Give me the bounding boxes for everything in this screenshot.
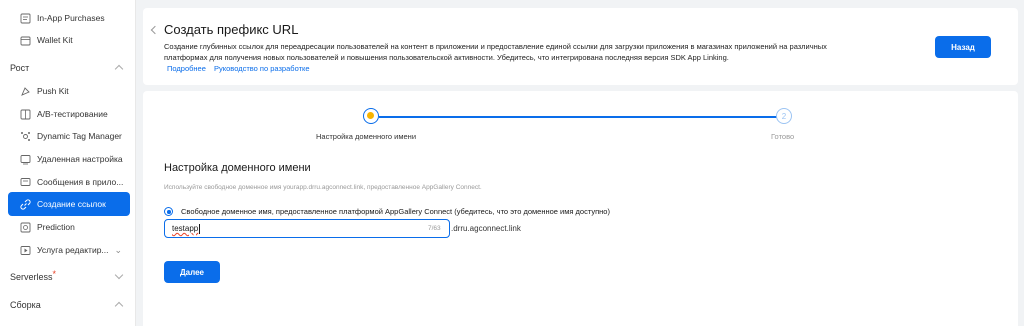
sidebar-item-label: Wallet Kit — [37, 35, 73, 45]
prediction-icon — [20, 222, 31, 233]
chevron-down-icon: ⌄ — [114, 244, 122, 255]
step-label-domain: Настройка доменного имени — [316, 132, 417, 141]
text-caret — [199, 223, 201, 234]
main-panel: 2 Настройка доменного имени Готово Настр… — [143, 91, 1018, 326]
ab-test-icon — [20, 109, 31, 120]
free-domain-radio[interactable] — [164, 207, 173, 216]
free-domain-radio-label[interactable]: Свободное доменное имя, предоставленное … — [181, 207, 610, 216]
sidebar-item-remote-config[interactable]: Удаленная настройка — [0, 147, 135, 171]
sidebar-group-label: Serverless* — [10, 269, 57, 282]
step-label-done: Готово — [771, 132, 795, 141]
dev-guide-link[interactable]: Руководство по разработке — [214, 64, 310, 73]
sidebar-item-push-kit[interactable]: Push Kit — [0, 79, 135, 103]
step-indicator-2: 2 — [776, 108, 792, 124]
sidebar-item-label: Сообщения в прило... — [37, 177, 124, 187]
header-links: Подробнее Руководство по разработке — [167, 64, 316, 73]
sidebar-item-label: Prediction — [37, 222, 75, 232]
chevron-down-icon — [114, 270, 124, 280]
step-indicator-current — [363, 108, 379, 124]
sidebar-item-wallet-kit[interactable]: Wallet Kit — [0, 28, 135, 52]
chevron-up-icon — [114, 301, 124, 311]
stepper-line — [379, 116, 784, 118]
sidebar-item-label: Dynamic Tag Manager — [37, 131, 122, 141]
chevron-up-icon — [114, 64, 124, 74]
video-edit-icon — [20, 245, 31, 256]
next-button[interactable]: Далее — [164, 261, 220, 283]
domain-prefix-value: testapp — [172, 224, 199, 233]
link-icon — [20, 198, 31, 210]
new-badge: * — [52, 269, 57, 279]
receipt-icon — [20, 13, 31, 24]
domain-prefix-input[interactable]: testapp — [164, 219, 450, 238]
sidebar-item-dynamic-tag-manager[interactable]: Dynamic Tag Manager — [0, 124, 135, 148]
sidebar-item-prediction[interactable]: Prediction — [0, 215, 135, 239]
learn-more-link[interactable]: Подробнее — [167, 64, 206, 73]
domain-suffix: .drru.agconnect.link — [451, 224, 521, 233]
sidebar-group-serverless[interactable]: Serverless* — [0, 266, 135, 288]
wallet-icon — [20, 35, 31, 46]
sidebar-group-build[interactable]: Сборка — [0, 294, 135, 316]
sidebar-group-label: Рост — [10, 63, 30, 73]
char-counter: 7/63 — [428, 225, 441, 232]
sidebar: In-App Purchases Wallet Kit Рост Push Ki… — [0, 0, 136, 326]
sidebar-group-growth[interactable]: Рост — [0, 57, 135, 79]
in-app-message-icon — [20, 177, 31, 188]
page-description: Создание глубинных ссылок для переадреса… — [164, 42, 827, 62]
sidebar-item-label: In-App Purchases — [37, 13, 105, 23]
sidebar-item-label: Создание ссылок — [37, 199, 106, 209]
push-icon — [20, 86, 31, 97]
section-title: Настройка доменного имени — [164, 162, 311, 174]
sidebar-item-ab-testing[interactable]: A/B-тестирование — [0, 102, 135, 126]
sidebar-item-video-editing[interactable]: Услуга редактир... ⌄ — [0, 238, 135, 262]
sidebar-item-label: Услуга редактир... — [37, 245, 109, 255]
sidebar-item-label: Удаленная настройка — [37, 154, 123, 164]
section-hint: Используйте свободное доменное имя youra… — [164, 184, 482, 191]
remote-config-icon — [20, 154, 31, 165]
back-button[interactable]: Назад — [935, 36, 991, 58]
page-header: Создать префикс URL Создание глубинных с… — [143, 8, 1018, 85]
page-title: Создать префикс URL — [164, 22, 299, 37]
sidebar-group-label: Сборка — [10, 300, 41, 310]
sidebar-item-label: A/B-тестирование — [37, 109, 108, 119]
sidebar-item-app-linking[interactable]: Создание ссылок — [8, 192, 130, 216]
sidebar-item-in-app-messaging[interactable]: Сообщения в прило... — [0, 170, 135, 194]
sidebar-item-label: Push Kit — [37, 86, 69, 96]
sidebar-group-serverless-label: Serverless — [10, 272, 53, 282]
sidebar-item-in-app-purchases[interactable]: In-App Purchases — [0, 6, 135, 30]
back-arrow-icon[interactable] — [150, 25, 160, 35]
tag-manager-icon — [20, 131, 31, 142]
